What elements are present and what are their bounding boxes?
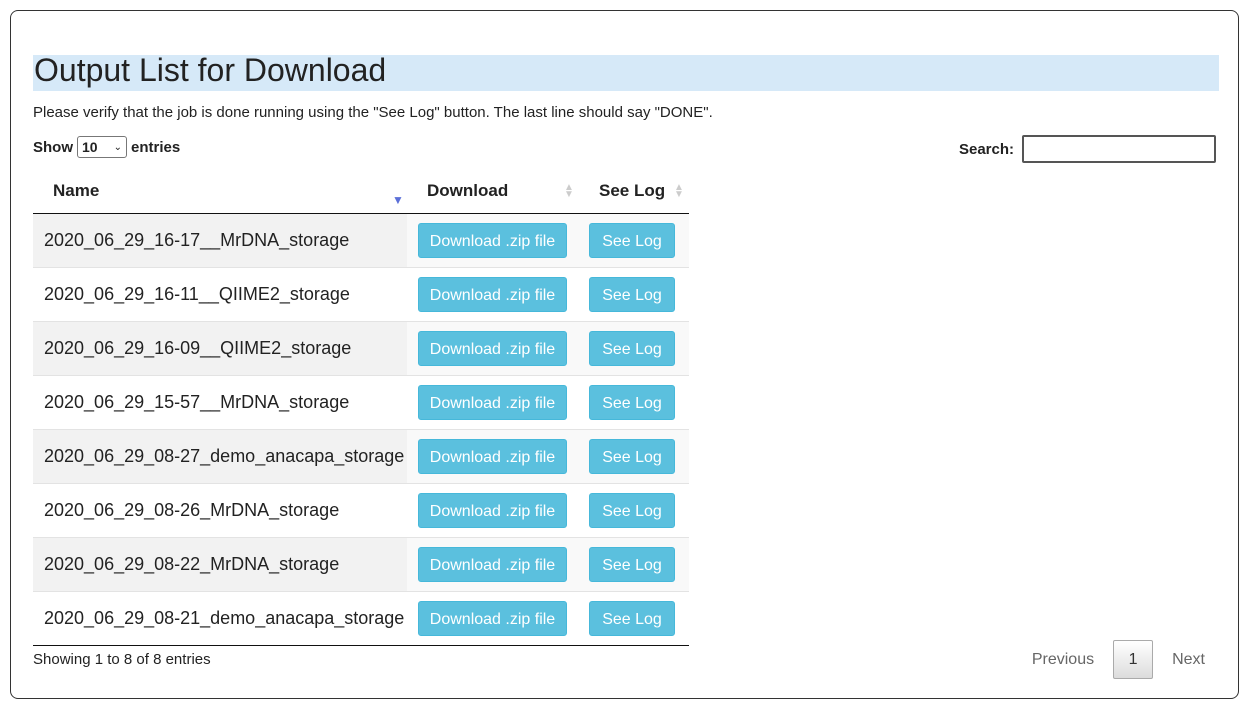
- table-row: 2020_06_29_08-22_MrDNA_storage Download …: [33, 537, 689, 592]
- column-header-name-label: Name: [53, 181, 100, 200]
- output-name: 2020_06_29_15-57__MrDNA_storage: [33, 375, 407, 430]
- see-log-button[interactable]: See Log: [589, 277, 675, 312]
- show-label: Show: [33, 138, 73, 156]
- page-title: Output List for Download: [34, 52, 387, 88]
- output-list-panel: Output List for Download Please verify t…: [10, 10, 1239, 699]
- output-name: 2020_06_29_08-21_demo_anacapa_storage: [33, 591, 407, 646]
- table-info: Showing 1 to 8 of 8 entries: [33, 651, 211, 668]
- chevron-down-icon: ⌄: [113, 141, 122, 153]
- download-zip-button[interactable]: Download .zip file: [418, 493, 567, 528]
- download-zip-button[interactable]: Download .zip file: [418, 223, 567, 258]
- table-row: 2020_06_29_16-09__QIIME2_storage Downloa…: [33, 321, 689, 376]
- download-zip-button[interactable]: Download .zip file: [418, 277, 567, 312]
- output-name: 2020_06_29_08-22_MrDNA_storage: [33, 537, 407, 592]
- entries-label: entries: [131, 138, 181, 156]
- pagination-page-1[interactable]: 1: [1113, 640, 1154, 679]
- see-log-button[interactable]: See Log: [589, 385, 675, 420]
- title-bar: Output List for Download: [33, 52, 1219, 91]
- output-name: 2020_06_29_16-11__QIIME2_storage: [33, 267, 407, 322]
- pagination-previous[interactable]: Previous: [1032, 651, 1094, 669]
- download-zip-button[interactable]: Download .zip file: [418, 601, 567, 636]
- output-table: Name ▼ Download ▲ ▼ See Log ▲ ▼ 2020_06_29…: [33, 171, 689, 646]
- table-row: 2020_06_29_08-27_demo_anacapa_storage Do…: [33, 429, 689, 484]
- column-header-name[interactable]: Name ▼: [33, 171, 407, 214]
- see-log-button[interactable]: See Log: [589, 493, 675, 528]
- entries-select[interactable]: 10 ⌄: [77, 136, 127, 158]
- see-log-button[interactable]: See Log: [589, 439, 675, 474]
- pagination-next[interactable]: Next: [1172, 651, 1205, 669]
- sort-both-icon: ▲ ▼: [674, 182, 684, 200]
- output-name: 2020_06_29_08-26_MrDNA_storage: [33, 483, 407, 538]
- sort-both-icon: ▲ ▼: [564, 182, 574, 200]
- download-zip-button[interactable]: Download .zip file: [418, 331, 567, 366]
- see-log-button[interactable]: See Log: [589, 223, 675, 258]
- sort-descending-icon: ▼: [392, 193, 404, 207]
- output-name: 2020_06_29_08-27_demo_anacapa_storage: [33, 429, 407, 484]
- table-header-row: Name ▼ Download ▲ ▼ See Log ▲ ▼: [33, 171, 689, 214]
- table-row: 2020_06_29_08-21_demo_anacapa_storage Do…: [33, 591, 689, 646]
- table-row: 2020_06_29_08-26_MrDNA_storage Download …: [33, 483, 689, 538]
- table-row: 2020_06_29_16-17__MrDNA_storage Download…: [33, 213, 689, 268]
- output-name: 2020_06_29_16-09__QIIME2_storage: [33, 321, 407, 376]
- pagination: Previous 1 Next: [1032, 640, 1216, 679]
- see-log-button[interactable]: See Log: [589, 601, 675, 636]
- see-log-button[interactable]: See Log: [589, 331, 675, 366]
- entries-length-control: Show 10 ⌄ entries: [33, 136, 180, 158]
- column-header-download[interactable]: Download ▲ ▼: [407, 171, 579, 214]
- entries-select-value: 10: [82, 139, 98, 155]
- column-header-download-label: Download: [427, 181, 509, 200]
- search-label: Search:: [958, 140, 1014, 158]
- download-zip-button[interactable]: Download .zip file: [418, 439, 567, 474]
- output-name: 2020_06_29_16-17__MrDNA_storage: [33, 213, 407, 268]
- column-header-log-label: See Log: [599, 181, 666, 200]
- search-control: Search:: [959, 135, 1216, 163]
- notice-text: Please verify that the job is done runni…: [33, 104, 713, 121]
- column-header-log[interactable]: See Log ▲ ▼: [579, 171, 689, 214]
- table-row: 2020_06_29_15-57__MrDNA_storage Download…: [33, 375, 689, 430]
- table-row: 2020_06_29_16-11__QIIME2_storage Downloa…: [33, 267, 689, 322]
- search-input[interactable]: [1022, 135, 1216, 163]
- see-log-button[interactable]: See Log: [589, 547, 675, 582]
- download-zip-button[interactable]: Download .zip file: [418, 547, 567, 582]
- download-zip-button[interactable]: Download .zip file: [418, 385, 567, 420]
